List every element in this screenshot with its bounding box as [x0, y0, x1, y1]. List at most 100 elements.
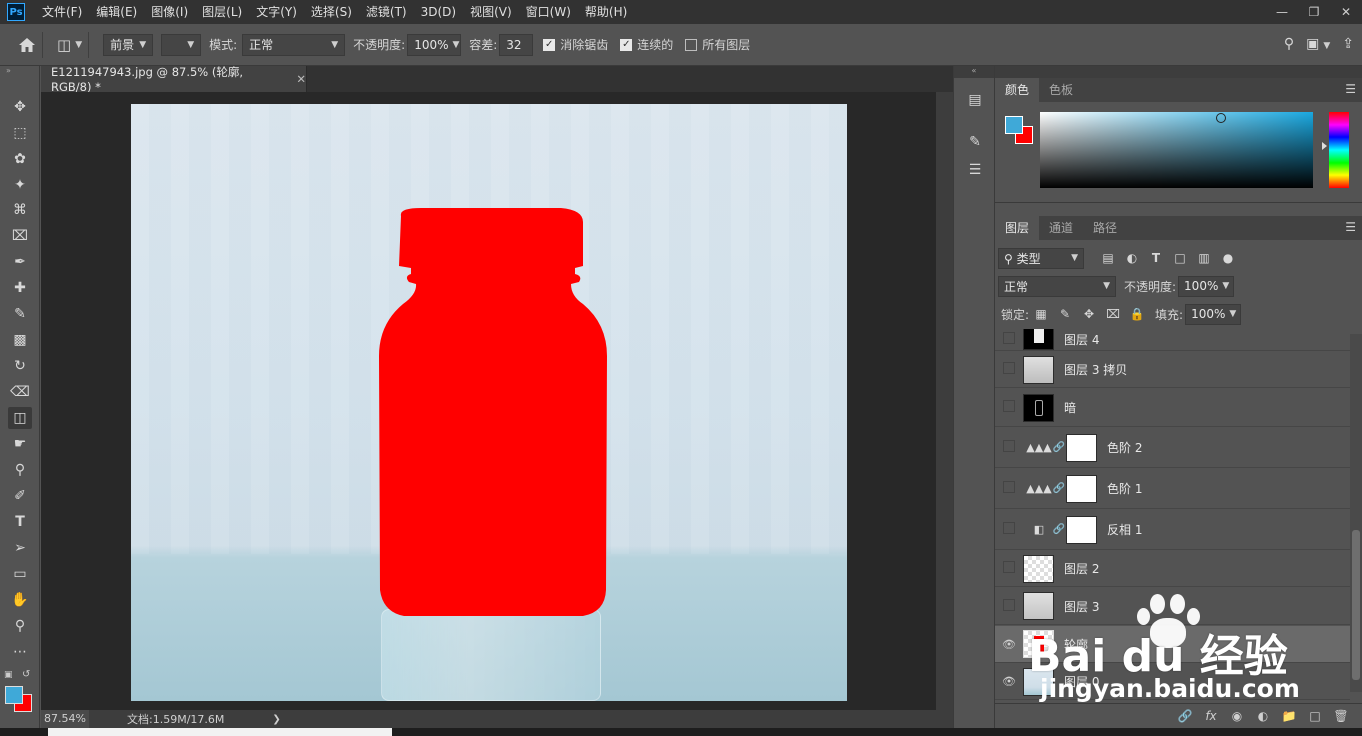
- layer-name[interactable]: 反相 1: [1107, 521, 1142, 538]
- clone-stamp-tool-icon[interactable]: ▩: [8, 329, 32, 351]
- collapse-arrows-icon[interactable]: »: [0, 66, 39, 76]
- layer-fill-input[interactable]: 100% ▼: [1185, 303, 1242, 325]
- layers-scrollbar[interactable]: [1350, 334, 1362, 692]
- tab-color[interactable]: 颜色: [995, 78, 1040, 102]
- search-icon[interactable]: ⚲: [1284, 36, 1294, 52]
- frame-tool-icon[interactable]: ⌧: [8, 225, 32, 247]
- opacity-input[interactable]: 100% ▼: [407, 33, 462, 56]
- blend-mode-select[interactable]: 正常 ▼: [998, 275, 1116, 297]
- type-tool-icon[interactable]: T: [8, 511, 32, 533]
- hue-slider[interactable]: [1329, 112, 1349, 188]
- eraser-tool-icon[interactable]: ⌫: [8, 381, 32, 403]
- smudge-tool-icon[interactable]: ☛: [8, 433, 32, 455]
- mask-link-icon[interactable]: 🔗: [1052, 442, 1066, 453]
- paint-bucket-tool-icon[interactable]: ◫: [8, 407, 32, 429]
- more-tools-icon[interactable]: ⋯: [8, 641, 32, 663]
- lasso-tool-icon[interactable]: ✿: [8, 148, 32, 170]
- quick-select-tool-icon[interactable]: ✦: [8, 174, 32, 196]
- layer-row[interactable]: ▲▲▲ 🔗 色阶 2: [995, 428, 1350, 468]
- close-tab-icon[interactable]: ✕: [296, 72, 306, 86]
- mask-link-icon[interactable]: 🔗: [1052, 524, 1066, 535]
- home-icon[interactable]: [18, 37, 36, 53]
- layer-row[interactable]: 图层 3: [995, 588, 1350, 625]
- default-colors-icon[interactable]: ▣: [4, 670, 13, 680]
- tab-swatches[interactable]: 色板: [1039, 78, 1083, 102]
- filter-adjustment-icon[interactable]: ◐: [1122, 251, 1142, 265]
- path-selection-tool-icon[interactable]: ➢: [8, 537, 32, 559]
- layer-row[interactable]: 暗: [995, 389, 1350, 427]
- menu-filter[interactable]: 滤镜(T): [359, 0, 414, 24]
- rectangle-tool-icon[interactable]: ▭: [8, 563, 32, 585]
- share-icon[interactable]: ⇪: [1342, 36, 1354, 52]
- layer-visibility-toggle[interactable]: [995, 362, 1023, 377]
- lock-transparent-icon[interactable]: ▦: [1031, 307, 1051, 321]
- layer-row[interactable]: ◧ 🔗 反相 1: [995, 510, 1350, 550]
- color-spectrum[interactable]: [1040, 112, 1313, 188]
- dodge-tool-icon[interactable]: ⚲: [8, 459, 32, 481]
- fill-source-select[interactable]: 前景 ▼: [103, 33, 154, 56]
- document-tab[interactable]: E1211947943.jpg @ 87.5% (轮廓, RGB/8) * ✕: [41, 65, 307, 94]
- delete-layer-icon[interactable]: 🗑: [1328, 709, 1354, 723]
- brush-tool-icon[interactable]: ✎: [8, 303, 32, 325]
- lock-artboard-icon[interactable]: ⌧: [1103, 307, 1123, 321]
- layer-opacity-input[interactable]: 100% ▼: [1178, 275, 1235, 297]
- workspace-icon[interactable]: ▣ ▼: [1306, 36, 1330, 52]
- zoom-level[interactable]: 87.54%: [41, 710, 89, 728]
- pattern-picker[interactable]: ▼: [161, 33, 202, 56]
- lock-position-icon[interactable]: ✥: [1079, 307, 1099, 321]
- layer-mask-thumbnail[interactable]: [1066, 515, 1097, 544]
- new-layer-icon[interactable]: □: [1302, 709, 1328, 723]
- collapse-strip-icon[interactable]: «: [954, 66, 994, 78]
- menu-file[interactable]: 文件(F): [35, 0, 89, 24]
- menu-image[interactable]: 图像(I): [144, 0, 195, 24]
- minimize-icon[interactable]: —: [1266, 0, 1298, 24]
- link-layers-icon[interactable]: 🔗: [1172, 709, 1198, 723]
- menu-edit[interactable]: 编辑(E): [89, 0, 144, 24]
- layer-filter-select[interactable]: ⚲ 类型 ▼: [998, 247, 1084, 269]
- layers-panel-menu-icon[interactable]: ☰: [1345, 220, 1356, 234]
- layer-name[interactable]: 色阶 1: [1107, 480, 1142, 497]
- mode-select[interactable]: 正常 ▼: [242, 33, 346, 56]
- new-adjustment-icon[interactable]: ◐: [1250, 709, 1276, 723]
- layer-row-selected[interactable]: 👁 轮廓: [995, 626, 1350, 663]
- canvas-scrollbar[interactable]: [936, 92, 953, 710]
- panel-foreground-swatch[interactable]: [1005, 116, 1023, 134]
- layer-name[interactable]: 色阶 2: [1107, 439, 1142, 456]
- layer-mask-thumbnail[interactable]: [1066, 433, 1097, 462]
- layer-visibility-toggle[interactable]: [995, 440, 1023, 455]
- color-panel-menu-icon[interactable]: ☰: [1345, 82, 1356, 96]
- layer-row[interactable]: ▲▲▲ 🔗 色阶 1: [995, 469, 1350, 509]
- filter-type-icon[interactable]: T: [1146, 251, 1166, 265]
- filter-smart-object-icon[interactable]: ▥: [1194, 251, 1214, 265]
- new-group-icon[interactable]: 📁: [1276, 709, 1302, 723]
- layer-row[interactable]: 图层 3 拷贝: [995, 352, 1350, 388]
- pen-tool-icon[interactable]: ✐: [8, 485, 32, 507]
- mask-link-icon[interactable]: 🔗: [1052, 483, 1066, 494]
- tab-channels[interactable]: 通道: [1039, 216, 1083, 240]
- foreground-color-swatch[interactable]: [5, 686, 23, 704]
- close-icon[interactable]: ✕: [1330, 0, 1362, 24]
- menu-window[interactable]: 窗口(W): [519, 0, 578, 24]
- all-layers-checkbox[interactable]: 所有图层: [685, 36, 750, 53]
- zoom-tool-icon[interactable]: ⚲: [8, 615, 32, 637]
- panels-collapse-bar[interactable]: [995, 66, 1362, 78]
- menu-view[interactable]: 视图(V): [463, 0, 519, 24]
- eye-icon[interactable]: 👁: [995, 638, 1023, 651]
- lock-all-icon[interactable]: 🔒: [1127, 307, 1147, 321]
- menu-layer[interactable]: 图层(L): [195, 0, 249, 24]
- filter-shape-icon[interactable]: □: [1170, 251, 1190, 265]
- layer-style-icon[interactable]: fx: [1198, 709, 1224, 723]
- layer-name[interactable]: 图层 3: [1064, 598, 1099, 615]
- tab-paths[interactable]: 路径: [1083, 216, 1127, 240]
- marquee-tool-icon[interactable]: ⬚: [8, 122, 32, 144]
- menu-type[interactable]: 文字(Y): [249, 0, 304, 24]
- layer-name[interactable]: 图层 4: [1064, 331, 1099, 348]
- tab-layers[interactable]: 图层: [995, 216, 1040, 240]
- layer-row[interactable]: 图层 4: [995, 329, 1350, 351]
- healing-brush-tool-icon[interactable]: ✚: [8, 277, 32, 299]
- filter-pixel-icon[interactable]: ▤: [1098, 251, 1118, 265]
- layer-visibility-toggle[interactable]: [995, 561, 1023, 576]
- swap-colors-icon[interactable]: ↺: [22, 669, 30, 680]
- move-tool-icon[interactable]: ✥: [8, 96, 32, 118]
- layer-visibility-toggle[interactable]: [995, 332, 1023, 347]
